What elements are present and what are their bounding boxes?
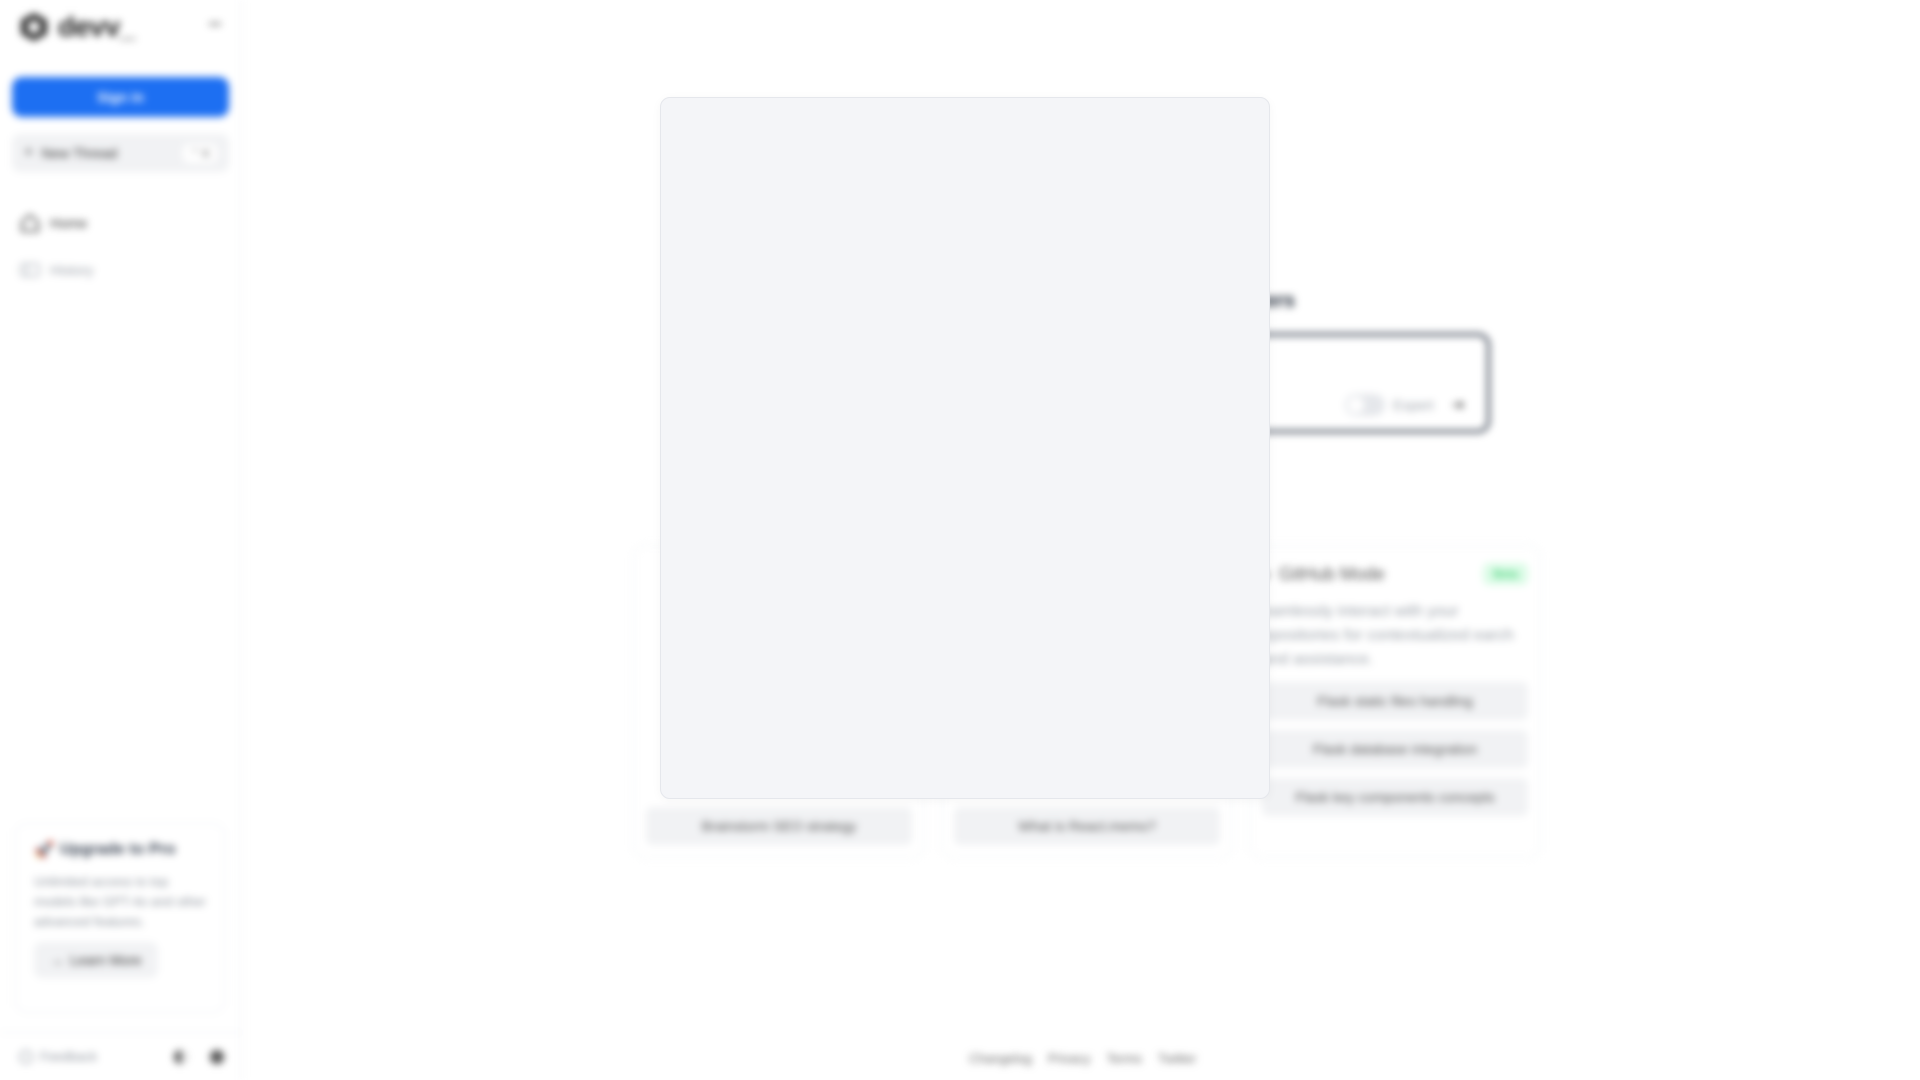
upgrade-title-text: Upgrade to Pro <box>59 841 176 858</box>
history-icon <box>20 263 40 277</box>
brand[interactable]: devv_ <box>18 10 135 44</box>
page-footer: Changelog Privacy Terms Twitter <box>969 1051 1196 1066</box>
github-mode-card: ◐ GitHub Mode Beta eamlessly interact wi… <box>1249 545 1541 858</box>
suggestion-button[interactable]: Flask database integration <box>1262 730 1528 768</box>
learn-more-button[interactable]: → Learn More <box>34 942 158 978</box>
expert-toggle[interactable] <box>1345 394 1386 416</box>
sidebar: devv_ Sign in + New Thread ⌃ K Home Hist… <box>0 0 242 1080</box>
feedback-link[interactable]: Feedback <box>18 1049 97 1065</box>
sidebar-item-label: Home <box>50 215 88 231</box>
footer-link-privacy[interactable]: Privacy <box>1048 1051 1091 1066</box>
upgrade-card: 🚀 Upgrade to Pro Unlimited access to top… <box>15 823 225 1013</box>
sidebar-item-history[interactable]: History <box>18 256 94 284</box>
modal-dialog[interactable] <box>660 97 1270 799</box>
shortcut-badge: ⌃ K <box>183 143 217 163</box>
learn-more-label: Learn More <box>70 952 142 968</box>
footer-link-changelog[interactable]: Changelog <box>969 1051 1032 1066</box>
suggestion-button[interactable]: Brainstorm SEO strategy <box>646 807 912 845</box>
sidebar-footer: Feedback <box>0 1032 242 1080</box>
upgrade-description: Unlimited access to top models like GPT-… <box>34 874 206 929</box>
suggestion-button[interactable]: Flask key components concepts <box>1262 778 1528 816</box>
new-thread-button[interactable]: + New Thread ⌃ K <box>12 134 229 172</box>
rocket-icon: 🚀 <box>34 842 54 859</box>
brand-name: devv_ <box>58 11 135 42</box>
expert-row: Expert ➜ <box>1345 394 1465 416</box>
sidebar-item-home[interactable]: Home <box>18 209 87 237</box>
suggestion-button[interactable]: Flask static files handling <box>1262 682 1528 720</box>
upgrade-title: 🚀 Upgrade to Pro <box>34 840 206 860</box>
minus-icon <box>209 23 221 25</box>
suggestion-button[interactable]: What is React.memo? <box>954 807 1220 845</box>
plus-icon: + <box>24 144 34 161</box>
feedback-label: Feedback <box>40 1049 98 1064</box>
arrow-right-icon: → <box>50 952 64 968</box>
theme-toggle-icon[interactable] <box>174 1049 188 1064</box>
card-description: eamlessly interact with your epositories… <box>1262 603 1514 668</box>
expert-label: Expert <box>1393 397 1434 413</box>
home-icon <box>21 214 39 232</box>
footer-link-terms[interactable]: Terms <box>1107 1051 1142 1066</box>
card-title: GitHub Mode <box>1278 563 1385 584</box>
feedback-icon <box>19 1049 33 1064</box>
cube-logo-icon <box>21 13 47 41</box>
footer-link-twitter[interactable]: Twitter <box>1158 1051 1196 1066</box>
new-thread-label: New Thread <box>41 145 118 161</box>
beta-badge: Beta <box>1483 563 1528 585</box>
sign-in-button[interactable]: Sign in <box>12 77 229 117</box>
submit-arrow-icon[interactable]: ➜ <box>1452 395 1465 415</box>
footer-icons <box>174 1049 224 1064</box>
sidebar-item-label: History <box>50 262 94 278</box>
card-header: ◐ GitHub Mode Beta <box>1262 560 1528 588</box>
collapse-sidebar-button[interactable] <box>207 18 225 32</box>
settings-icon[interactable] <box>210 1049 224 1064</box>
